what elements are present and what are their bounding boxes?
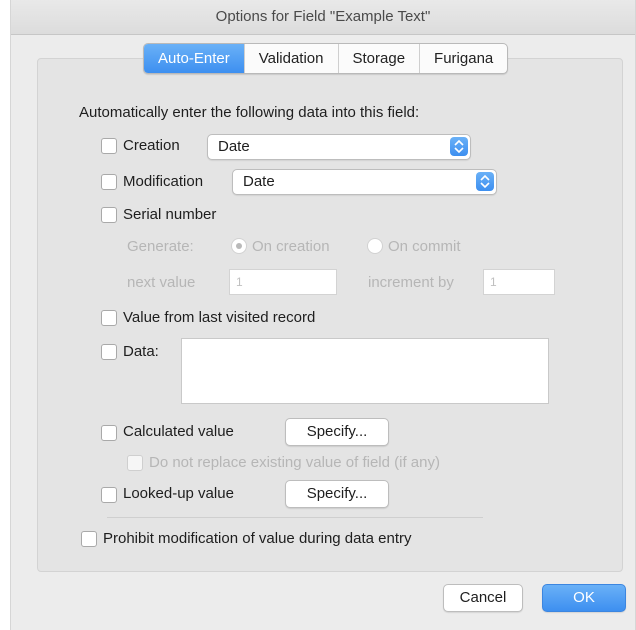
on-creation-label: On creation: [252, 238, 330, 255]
options-dialog: Options for Field "Example Text" Auto-En…: [10, 0, 636, 630]
next-value-field[interactable]: 1: [229, 269, 337, 295]
on-commit-radio[interactable]: [367, 238, 383, 254]
last-visited-label: Value from last visited record: [123, 309, 316, 326]
calculated-value-label: Calculated value: [123, 423, 234, 440]
ok-button[interactable]: OK: [542, 584, 626, 612]
prohibit-modification-label: Prohibit modification of value during da…: [103, 530, 412, 547]
increment-by-field[interactable]: 1: [483, 269, 555, 295]
select-arrows-icon: [450, 137, 468, 156]
looked-up-specify-button[interactable]: Specify...: [285, 480, 389, 508]
looked-up-value-checkbox[interactable]: [101, 487, 117, 503]
cancel-button[interactable]: Cancel: [443, 584, 523, 612]
next-value-label: next value: [127, 274, 196, 291]
calculated-value-checkbox[interactable]: [101, 425, 117, 441]
serial-number-checkbox[interactable]: [101, 207, 117, 223]
auto-enter-intro: Automatically enter the following data i…: [79, 104, 420, 121]
data-textarea[interactable]: [181, 338, 549, 404]
creation-select[interactable]: Date: [207, 134, 471, 160]
tab-auto-enter[interactable]: Auto-Enter: [144, 44, 244, 73]
no-replace-checkbox[interactable]: [127, 455, 143, 471]
creation-select-value: Date: [218, 138, 250, 155]
creation-checkbox[interactable]: [101, 138, 117, 154]
calculated-specify-button[interactable]: Specify...: [285, 418, 389, 446]
modification-checkbox[interactable]: [101, 174, 117, 190]
tab-storage[interactable]: Storage: [337, 44, 420, 73]
creation-label: Creation: [123, 137, 180, 154]
divider: [107, 517, 483, 518]
data-label: Data:: [123, 343, 159, 360]
last-visited-checkbox[interactable]: [101, 310, 117, 326]
tab-validation[interactable]: Validation: [243, 44, 338, 73]
on-commit-label: On commit: [388, 238, 461, 255]
modification-select-value: Date: [243, 173, 275, 190]
data-checkbox[interactable]: [101, 344, 117, 360]
on-creation-radio[interactable]: [231, 238, 247, 254]
increment-by-label: increment by: [368, 274, 454, 291]
modification-label: Modification: [123, 173, 204, 190]
no-replace-label: Do not replace existing value of field (…: [149, 454, 440, 471]
serial-number-label: Serial number: [123, 206, 217, 223]
select-arrows-icon: [476, 172, 494, 191]
window-title: Options for Field "Example Text": [11, 0, 635, 35]
looked-up-value-label: Looked-up value: [123, 485, 234, 502]
tab-furigana[interactable]: Furigana: [419, 44, 507, 73]
modification-select[interactable]: Date: [232, 169, 497, 195]
tab-bar: Auto-Enter Validation Storage Furigana: [143, 43, 509, 74]
generate-label: Generate:: [127, 238, 194, 255]
prohibit-modification-checkbox[interactable]: [81, 531, 97, 547]
